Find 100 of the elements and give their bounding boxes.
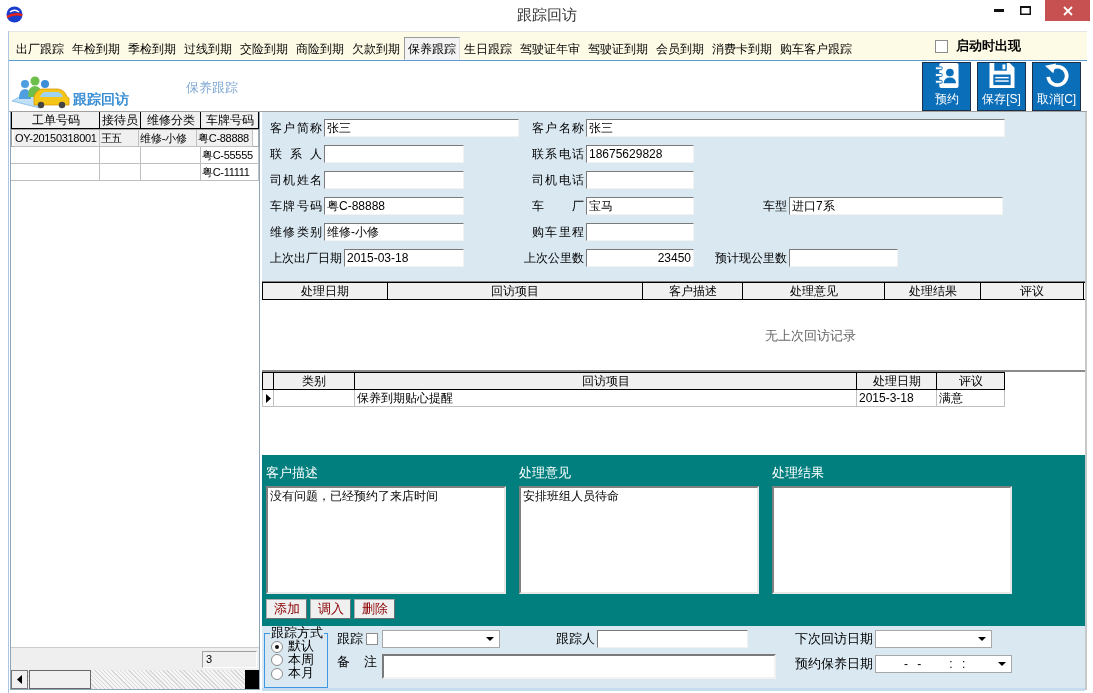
field-label: 车牌号码: [270, 197, 322, 215]
table-cell: [141, 147, 201, 164]
text-field[interactable]: [324, 171, 464, 189]
text-field[interactable]: [382, 654, 776, 679]
dropdown-field[interactable]: [382, 630, 500, 648]
text-field[interactable]: 张三: [324, 119, 519, 137]
text-field[interactable]: 粤C-88888: [324, 197, 464, 215]
tab[interactable]: 驾驶证到期: [584, 36, 652, 60]
left-arrow-icon: [17, 675, 22, 684]
text-field[interactable]: 2015-03-18: [344, 249, 464, 267]
table-cell: 王五: [99, 129, 140, 147]
tab[interactable]: 年检到期: [68, 36, 124, 60]
field-label: 维修类别: [270, 223, 322, 241]
field-label: 司机电话: [532, 171, 584, 189]
text-area[interactable]: 没有问题，已经预约了来店时间: [266, 486, 506, 594]
radio-button[interactable]: [271, 667, 283, 680]
table-cell: [100, 147, 141, 164]
note-action-button[interactable]: 添加: [266, 599, 307, 619]
save-button[interactable]: 保存[S]: [977, 62, 1026, 111]
column-header: 处理日期: [857, 373, 937, 389]
caret-icon: [978, 637, 986, 641]
radio-label: 默认: [288, 640, 314, 654]
dropdown-field[interactable]: [875, 630, 992, 648]
note-action-button[interactable]: 调入: [310, 599, 351, 619]
date-picker-field[interactable]: - - : :: [875, 655, 1012, 673]
cancel-button[interactable]: 取消[C]: [1032, 62, 1081, 111]
tab[interactable]: 过线到期: [180, 36, 236, 60]
field-label: 车型: [762, 197, 787, 215]
table-cell: 粤C-55555: [201, 147, 259, 164]
close-button[interactable]: [1045, 0, 1090, 21]
tab[interactable]: 商险到期: [292, 36, 348, 60]
tab[interactable]: 欠款到期: [348, 36, 404, 60]
column-header: 客户描述: [643, 283, 743, 299]
tab[interactable]: 交险到期: [236, 36, 292, 60]
tab[interactable]: 保养跟踪: [404, 36, 460, 60]
horizontal-scrollbar[interactable]: [11, 670, 259, 689]
column-header: 处理日期: [262, 283, 388, 299]
row-indicator-cell[interactable]: [262, 390, 274, 407]
maximize-icon: [1020, 6, 1031, 15]
column-header: 处理意见: [743, 283, 885, 299]
field-label: 联系电话: [532, 145, 584, 163]
app-logo-icon: [6, 6, 23, 23]
tab[interactable]: 驾驶证年审: [516, 36, 584, 60]
column-header: 接待员: [100, 112, 141, 129]
field-label: 预约保养日期: [795, 656, 874, 673]
table-cell: OY-20150318001: [14, 129, 100, 147]
column-header: 评议: [981, 283, 1084, 299]
window-title: 跟踪回访: [516, 5, 577, 25]
tab[interactable]: 消费卡到期: [708, 36, 776, 60]
empty-message: 无上次回访记录: [765, 329, 856, 343]
text-field[interactable]: [586, 171, 694, 189]
table-cell: 维修-小修: [139, 129, 198, 147]
scroll-left-button[interactable]: [11, 670, 28, 689]
field-label: 上次公里数: [524, 249, 584, 267]
group-label: 跟踪方式: [270, 626, 324, 640]
radio-button[interactable]: [271, 654, 283, 667]
text-field[interactable]: 23450: [586, 249, 694, 267]
row-pointer-icon: [265, 393, 271, 403]
tab[interactable]: 生日跟踪: [460, 36, 516, 60]
table-row[interactable]: 粤C-11111: [11, 164, 259, 181]
column-header: 评议: [937, 373, 1005, 389]
record-count: 3: [202, 650, 257, 668]
table-row[interactable]: 粤C-55555: [11, 147, 259, 164]
column-header: 工单号码: [11, 112, 100, 129]
radio-button[interactable]: [271, 640, 283, 653]
column-header: 处理结果: [885, 283, 981, 299]
text-field[interactable]: 18675629828: [586, 145, 694, 163]
section-title: 保养跟踪: [186, 79, 238, 97]
checkbox[interactable]: [935, 39, 948, 53]
field-label: 客户简称: [270, 119, 322, 137]
field-label: 司机姓名: [270, 171, 322, 189]
scrollbar-thumb[interactable]: [29, 670, 91, 689]
field-label: 下次回访日期: [795, 630, 874, 648]
text-area[interactable]: [772, 486, 1012, 594]
appointment-button[interactable]: 预约: [922, 62, 971, 111]
field-label: 上次出厂日期: [270, 249, 342, 267]
table-cell: 保养到期贴心提醒: [355, 390, 857, 407]
tab[interactable]: 季检到期: [124, 36, 180, 60]
tab[interactable]: 购车客户跟踪: [776, 36, 856, 60]
text-field[interactable]: [324, 145, 464, 163]
text-field[interactable]: 宝马: [586, 197, 694, 215]
tab[interactable]: 出厂跟踪: [12, 36, 68, 60]
text-field[interactable]: 张三: [586, 119, 1005, 137]
text-field[interactable]: 维修-小修: [324, 223, 464, 241]
text-field[interactable]: [586, 223, 694, 241]
text-field[interactable]: [789, 249, 898, 267]
table-row[interactable]: OY-20150318001 王五 维修-小修 粤C-88888: [11, 129, 259, 147]
text-field[interactable]: 进口7系: [789, 197, 1003, 215]
tab[interactable]: 会员到期: [652, 36, 708, 60]
table-cell: 满意: [937, 390, 1005, 407]
field-label: 联 系 人: [270, 145, 322, 163]
text-field[interactable]: [597, 630, 748, 648]
radio-label: 本月: [288, 667, 314, 681]
minimize-icon: [993, 9, 1004, 12]
checkbox[interactable]: [366, 633, 378, 645]
checkbox-label: 启动时出现: [956, 37, 1021, 55]
caret-icon: [998, 662, 1006, 666]
note-action-button[interactable]: 删除: [354, 599, 395, 619]
table-cell: 2015-3-18: [857, 390, 937, 407]
text-area[interactable]: 安排班组人员待命: [519, 486, 759, 594]
